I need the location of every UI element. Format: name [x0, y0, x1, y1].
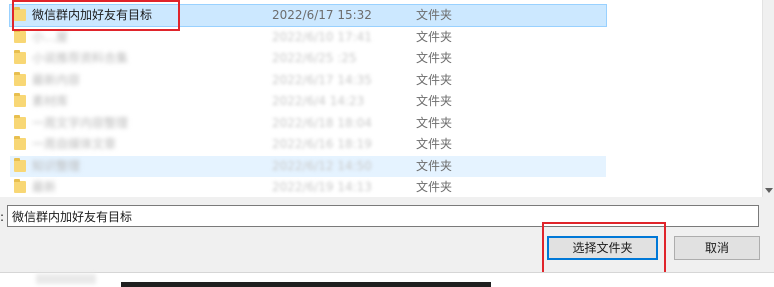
background-window-bar: [121, 282, 491, 287]
file-type: 文件夹: [416, 51, 453, 65]
file-type: 文件夹: [416, 115, 453, 130]
file-row[interactable]: 小…屋 2022/6/10 17:41 文件夹: [10, 27, 606, 48]
file-date: 2022/6/4 14:23: [272, 94, 365, 108]
file-name: 知识整理: [32, 158, 81, 173]
file-row[interactable]: 知识整理 2022/6/12 14:50 文件夹: [10, 155, 606, 177]
file-name: 一周文字内容整理: [32, 115, 129, 130]
filename-label: :: [0, 210, 5, 224]
folder-icon: [14, 136, 26, 150]
cancel-button[interactable]: 取消: [674, 236, 760, 260]
file-type: 文件夹: [416, 29, 453, 44]
file-name: 素材库: [32, 94, 69, 108]
file-name: 小…屋: [32, 29, 69, 44]
file-date: 2022/6/17 15:32: [272, 8, 372, 22]
file-type: 文件夹: [416, 158, 453, 173]
folder-icon: [14, 50, 26, 64]
file-date: 2022/6/16 18:19: [272, 137, 372, 151]
file-row[interactable]: 最新内容 2022/6/17 14:35 文件夹: [10, 70, 606, 91]
file-name: 最新内容: [32, 72, 81, 87]
file-row[interactable]: 最新 2022/6/19 14:13 文件夹: [10, 177, 606, 197]
select-folder-button[interactable]: 选择文件夹: [547, 236, 658, 260]
folder-icon: [14, 93, 26, 107]
file-type: 文件夹: [416, 137, 453, 151]
file-row[interactable]: 微信群内加好友有目标 2022/6/17 15:32 文件夹: [9, 4, 607, 27]
file-row[interactable]: 素材库 2022/6/4 14:23 文件夹: [10, 91, 606, 112]
folder-icon: [14, 179, 26, 193]
background-window-text: [36, 274, 96, 284]
file-name: 最新: [32, 180, 57, 194]
file-date: 2022/6/25 :25: [272, 51, 357, 65]
file-date: 2022/6/18 18:04: [272, 115, 372, 130]
file-name: 小说推荐资料合集: [32, 51, 129, 65]
filename-input[interactable]: [7, 205, 759, 227]
file-date: 2022/6/19 14:13: [272, 180, 372, 194]
folder-icon: [14, 157, 26, 172]
vertical-scrollbar[interactable]: [762, 0, 774, 197]
file-row[interactable]: 一周自媒体文章 2022/6/16 18:19 文件夹: [10, 134, 606, 155]
folder-icon: [14, 28, 26, 43]
file-row[interactable]: 小说推荐资料合集 2022/6/25 :25 文件夹: [10, 48, 606, 69]
file-type: 文件夹: [416, 180, 453, 194]
folder-icon: [14, 7, 26, 21]
folder-icon: [14, 114, 26, 129]
file-name: 微信群内加好友有目标: [32, 8, 153, 22]
file-list[interactable]: 微信群内加好友有目标 2022/6/17 15:32 文件夹 小…屋 2022/6/10…: [0, 0, 762, 197]
file-date: 2022/6/17 14:35: [272, 72, 372, 87]
file-name: 一周自媒体文章: [32, 137, 117, 151]
file-date: 2022/6/12 14:50: [272, 158, 372, 173]
file-row[interactable]: 一周文字内容整理 2022/6/18 18:04 文件夹: [10, 113, 606, 134]
file-date: 2022/6/10 17:41: [272, 29, 372, 44]
file-type: 文件夹: [416, 72, 453, 87]
scroll-down-arrow-icon[interactable]: [765, 188, 773, 193]
file-type: 文件夹: [416, 8, 453, 22]
file-type: 文件夹: [416, 94, 453, 108]
folder-icon: [14, 71, 26, 86]
